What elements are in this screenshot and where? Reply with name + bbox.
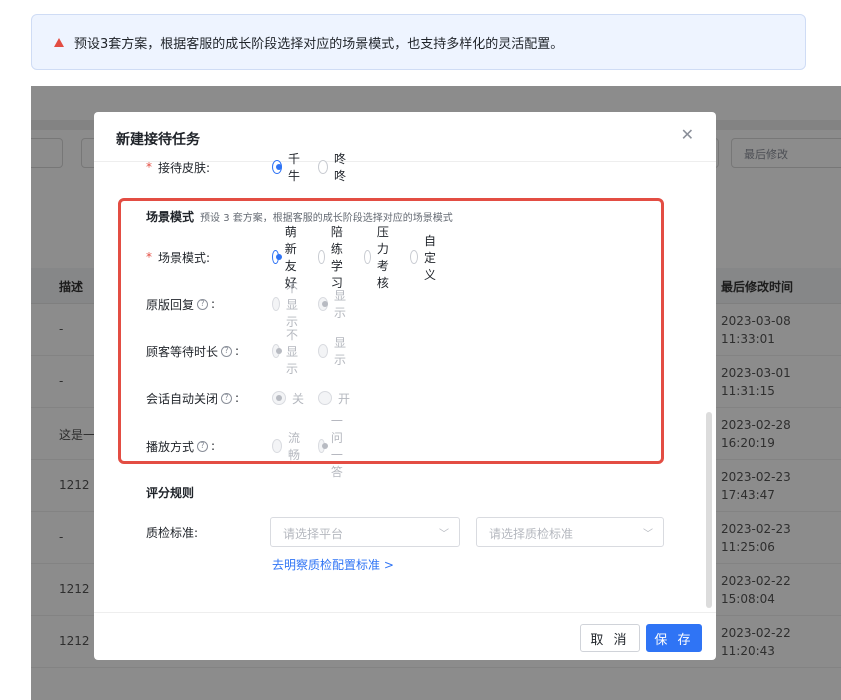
original-reply-radio-1[interactable]: 显示 (318, 287, 350, 321)
radio-circle-icon (272, 439, 282, 453)
scene-mode-radio-2[interactable]: 压力考核 (364, 223, 396, 291)
wait-time-radio-0[interactable]: 不显示 (272, 326, 304, 377)
scoring-section-title: 评分规则 (146, 486, 195, 500)
skin-option-label: 咚咚 (334, 152, 347, 183)
radio-circle-icon (364, 250, 371, 264)
auto-close-option-label: 开 (338, 391, 351, 406)
play-mode-options: 流畅 一问一答 (272, 412, 350, 480)
radio-circle-icon (410, 250, 419, 264)
radio-circle-icon (272, 391, 286, 405)
help-icon[interactable]: ? (197, 440, 209, 452)
skin-option-label: 千牛 (288, 152, 301, 183)
help-icon[interactable]: ? (221, 345, 233, 357)
dialog-footer: 取 消 保 存 (94, 612, 716, 660)
original-reply-radio-0[interactable]: 不显示 (272, 279, 304, 330)
original-reply-option-label: 显示 (334, 289, 347, 320)
cancel-button[interactable]: 取 消 (580, 624, 640, 652)
help-icon[interactable]: ? (221, 392, 233, 404)
auto-close-label: 会话自动关闭 (146, 391, 219, 406)
warning-triangle-icon (54, 37, 64, 47)
chevron-down-icon: ﹀ (439, 529, 449, 540)
banner-text: 预设3套方案，根据客服的成长阶段选择对应的场景模式，也支持多样化的灵活配置。 (74, 36, 564, 52)
dialog-title: 新建接待任务 (116, 132, 200, 148)
play-mode-radio-0[interactable]: 流畅 (272, 429, 304, 463)
auto-close-options: 关开 (272, 390, 350, 407)
radio-circle-icon (272, 344, 282, 358)
original-reply-label: 原版回复 (146, 297, 195, 312)
scene-mode-label: 场景模式: (158, 250, 211, 265)
radio-circle-icon (318, 344, 329, 358)
skin-radio-0[interactable]: 千牛 (272, 150, 304, 184)
skin-label: 接待皮肤: (158, 160, 211, 175)
scene-mode-option-label: 压力考核 (376, 225, 389, 290)
auto-close-radio-1[interactable]: 开 (318, 390, 350, 407)
radio-circle-icon (272, 297, 280, 311)
radio-circle-icon (318, 160, 329, 174)
radio-circle-icon (318, 439, 328, 453)
radio-circle-icon (272, 160, 282, 174)
wait-time-radio-1[interactable]: 显示 (318, 334, 350, 368)
qc-standard-select[interactable]: 请选择质检标准 ﹀ (476, 517, 664, 547)
radio-circle-icon (272, 250, 282, 264)
original-reply-options: 不显示 显示 (272, 279, 350, 330)
scene-mode-option-label: 自定义 (424, 233, 437, 282)
play-mode-radio-1[interactable]: 一问一答 (318, 412, 350, 480)
qc-standard-label: 质检标准: (146, 525, 199, 540)
wait-time-option-label: 不显示 (286, 327, 299, 376)
wait-time-label: 顾客等待时长 (146, 344, 219, 359)
save-button[interactable]: 保 存 (646, 624, 702, 652)
new-reception-task-dialog: 新建接待任务 ✕ * 接待皮肤: 千牛 咚咚 场景模式 预设 3 套方案，根据客服的成… (94, 112, 716, 660)
platform-select[interactable]: 请选择平台 ﹀ (270, 517, 460, 547)
radio-circle-icon (318, 250, 325, 264)
wait-time-options: 不显示 显示 (272, 326, 350, 377)
skin-options: 千牛 咚咚 (272, 150, 350, 184)
close-icon[interactable]: ✕ (681, 125, 694, 144)
help-icon[interactable]: ? (197, 298, 209, 310)
play-mode-option-label: 一问一答 (330, 414, 343, 479)
dialog-header: 新建接待任务 ✕ (94, 112, 716, 162)
wait-time-option-label: 显示 (334, 336, 347, 367)
skin-radio-1[interactable]: 咚咚 (318, 150, 350, 184)
chevron-down-icon: ﹀ (643, 529, 653, 540)
configure-qc-link[interactable]: 去明察质检配置标准 > (272, 556, 394, 573)
info-banner: 预设3套方案，根据客服的成长阶段选择对应的场景模式，也支持多样化的灵活配置。 (31, 14, 806, 70)
scene-mode-radio-3[interactable]: 自定义 (410, 232, 442, 283)
original-reply-option-label: 不显示 (286, 280, 299, 329)
play-mode-label: 播放方式 (146, 439, 195, 454)
dialog-scrollbar[interactable] (706, 412, 712, 608)
auto-close-option-label: 关 (292, 391, 305, 406)
radio-circle-icon (318, 297, 329, 311)
radio-circle-icon (318, 391, 333, 405)
play-mode-option-label: 流畅 (288, 431, 301, 462)
auto-close-radio-0[interactable]: 关 (272, 390, 304, 407)
